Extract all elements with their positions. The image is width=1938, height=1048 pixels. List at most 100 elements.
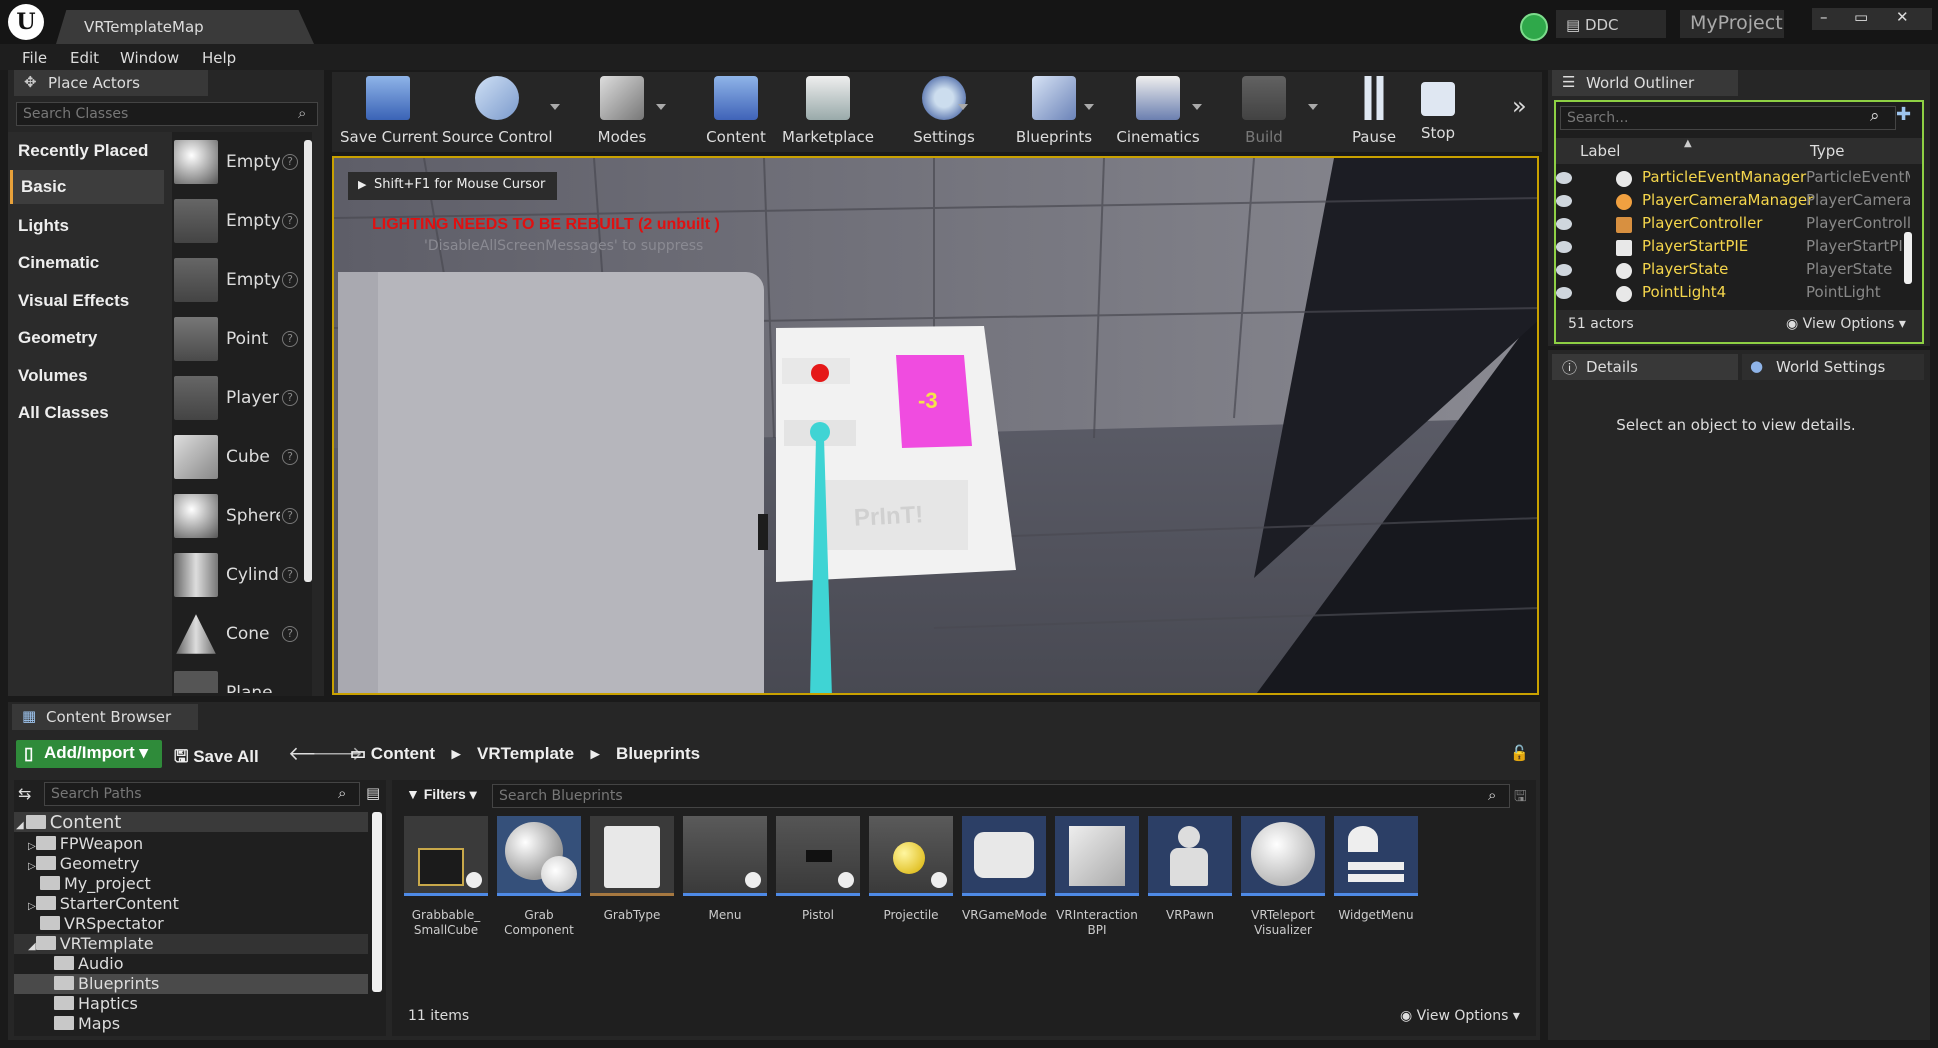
visibility-eye-icon[interactable] (1556, 241, 1572, 253)
help-icon[interactable]: ? (282, 272, 298, 288)
actor-player-start[interactable]: Player? (172, 372, 300, 426)
asset-tile[interactable]: Menu (683, 816, 767, 946)
help-icon[interactable]: ? (282, 449, 298, 465)
close-button[interactable]: ✕ (1896, 8, 1909, 26)
level-viewport[interactable]: ▶ Shift+F1 for Mouse Cursor LIGHTING NEE… (332, 156, 1539, 695)
outliner-row[interactable]: PlayerControllerPlayerController (1556, 214, 1916, 237)
actor-cube[interactable]: Cube? (172, 431, 300, 485)
blueprints-button[interactable]: Blueprints (1004, 76, 1104, 150)
menu-window[interactable]: Window (120, 49, 179, 67)
menu-help[interactable]: Help (202, 49, 236, 67)
menu-edit[interactable]: Edit (70, 49, 99, 67)
cinematics-button[interactable]: Cinematics (1108, 76, 1208, 150)
marketplace-button[interactable]: Marketplace (778, 76, 878, 150)
asset-tile[interactable]: VRPawn (1148, 816, 1232, 946)
stop-button[interactable]: Stop (1408, 76, 1468, 150)
minimize-button[interactable]: – (1820, 8, 1828, 26)
outliner-row[interactable]: ParticleEventManagerParticleEventManager (1556, 168, 1916, 191)
visibility-eye-icon[interactable] (1556, 172, 1572, 184)
tree-item-fpweapon[interactable]: ▷ FPWeapon (28, 834, 143, 853)
path-view-options-icon[interactable]: ▤ (366, 784, 380, 802)
chevron-right-icon[interactable]: ▸ (591, 744, 600, 763)
tree-item-haptics[interactable]: Haptics (54, 994, 138, 1013)
asset-tile[interactable]: Grab Component (497, 816, 581, 946)
outliner-search-input[interactable]: Search... (1560, 106, 1896, 130)
tree-item-vrtemplate[interactable]: ◢ VRTemplate (14, 934, 368, 954)
actor-point-light[interactable]: Point? (172, 313, 300, 367)
asset-tile[interactable]: Grabbable_ SmallCube (404, 816, 488, 946)
tree-item-startercontent[interactable]: ▷ StarterContent (28, 894, 179, 913)
add-import-button[interactable]: ▯ Add/Import ▾ (16, 740, 162, 768)
tree-item-blueprints[interactable]: Blueprints (14, 974, 368, 994)
actor-cylinder[interactable]: Cylinder? (172, 549, 300, 603)
menu-file[interactable]: File (22, 49, 47, 67)
actor-cone[interactable]: Cone? (172, 608, 300, 662)
category-volumes[interactable]: Volumes (10, 359, 164, 393)
breadcrumb-content[interactable]: Content (371, 744, 435, 763)
source-control-status-icon[interactable] (1520, 13, 1548, 41)
search-blueprints-input[interactable]: Search Blueprints (492, 784, 1510, 808)
settings-dropdown-icon[interactable] (958, 104, 968, 110)
build-dropdown-icon[interactable] (1308, 104, 1318, 110)
actor-empty-actor[interactable]: Empty? (172, 136, 300, 190)
visibility-eye-icon[interactable] (1556, 287, 1572, 299)
outliner-scrollbar[interactable] (1904, 232, 1912, 284)
level-tab[interactable]: VRTemplateMap (56, 10, 314, 44)
help-icon[interactable]: ? (282, 213, 298, 229)
asset-tile[interactable]: Pistol (776, 816, 860, 946)
asset-tile[interactable]: WidgetMenu (1334, 816, 1418, 946)
help-icon[interactable]: ? (282, 567, 298, 583)
save-all-button[interactable]: 🖫 Save All (174, 744, 259, 773)
world-settings-tab[interactable]: ● World Settings (1742, 354, 1924, 380)
lock-icon[interactable]: 🔓 (1510, 744, 1529, 762)
add-actor-icon[interactable]: ✚ (1896, 104, 1911, 125)
build-button[interactable]: Build (1224, 76, 1304, 150)
tree-item-geometry[interactable]: ▷ Geometry (28, 854, 139, 873)
source-control-dropdown-icon[interactable] (550, 104, 560, 110)
tree-item-maps[interactable]: Maps (54, 1014, 120, 1033)
content-button[interactable]: Content (694, 76, 778, 150)
tree-item-content[interactable]: ◢ Content (14, 812, 368, 833)
actor-list-scrollbar[interactable] (304, 140, 312, 582)
outliner-row[interactable]: PlayerState PlayerState (1556, 260, 1916, 283)
breadcrumb-blueprints[interactable]: Blueprints (616, 744, 700, 763)
label-column-header[interactable]: Label (1580, 142, 1620, 160)
chevron-right-icon[interactable]: ▸ (452, 744, 461, 763)
tree-scrollbar[interactable] (372, 812, 382, 992)
place-actors-tab[interactable]: ✥ Place Actors (14, 70, 208, 96)
actor-plane[interactable]: Plane (172, 667, 300, 693)
actor-sphere[interactable]: Sphere? (172, 490, 300, 544)
asset-view-options[interactable]: ◉ View Options ▾ (1400, 1008, 1520, 1024)
asset-tile[interactable]: VRGameMode (962, 816, 1047, 946)
outliner-view-options[interactable]: ◉ View Options ▾ (1786, 316, 1906, 332)
help-icon[interactable]: ? (282, 331, 298, 347)
type-column-header[interactable]: Type (1810, 142, 1844, 160)
settings-button[interactable]: Settings (896, 76, 992, 150)
category-recently-placed[interactable]: Recently Placed (10, 134, 164, 168)
search-paths-input[interactable]: Search Paths (44, 782, 360, 806)
toolbar-overflow-icon[interactable]: » (1512, 92, 1527, 120)
tree-item-audio[interactable]: Audio (54, 954, 123, 973)
search-classes-input[interactable]: Search Classes (16, 102, 318, 126)
help-icon[interactable]: ? (282, 154, 298, 170)
help-icon[interactable]: ? (282, 508, 298, 524)
sources-toggle-icon[interactable]: ⇆ (18, 784, 31, 803)
outliner-row[interactable]: PlayerStartPIE PlayerStartPIE (1556, 237, 1916, 260)
save-search-icon[interactable]: 🖫 (1514, 786, 1527, 811)
details-tab[interactable]: ⓘ Details (1552, 354, 1738, 380)
modes-dropdown-icon[interactable] (656, 104, 666, 110)
outliner-row[interactable]: PlayerCameraManagerPlayerCameraManager (1556, 191, 1916, 214)
actor-empty-character[interactable]: Empty? (172, 195, 300, 249)
blueprints-dropdown-icon[interactable] (1084, 104, 1094, 110)
category-all-classes[interactable]: All Classes (10, 396, 164, 430)
source-control-button[interactable]: Source Control (442, 76, 553, 150)
modes-button[interactable]: Modes (582, 76, 662, 150)
asset-tile[interactable]: VRTeleport Visualizer (1241, 816, 1325, 946)
category-visual-effects[interactable]: Visual Effects (10, 284, 164, 318)
world-outliner-tab[interactable]: ☰ World Outliner (1552, 70, 1738, 96)
ddc-indicator[interactable]: ▤ DDC (1556, 10, 1666, 38)
content-browser-tab[interactable]: ▦ Content Browser (12, 704, 198, 730)
asset-tile[interactable]: VRInteraction BPI (1055, 816, 1139, 946)
category-cinematic[interactable]: Cinematic (10, 246, 164, 280)
visibility-eye-icon[interactable] (1556, 264, 1572, 276)
